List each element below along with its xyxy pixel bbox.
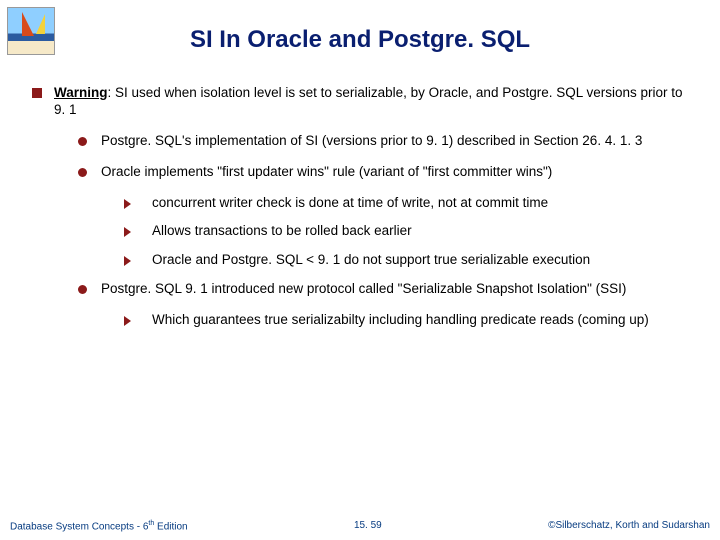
slide-footer: Database System Concepts - 6th Edition 1… [0, 520, 720, 534]
bullet-concurrent-writer: concurrent writer check is done at time … [124, 195, 696, 212]
disc-bullet-icon [78, 137, 87, 146]
triangle-bullet-icon [124, 227, 138, 237]
bullet-text: Postgre. SQL's implementation of SI (ver… [101, 133, 642, 150]
bullet-oracle-first-updater: Oracle implements "first updater wins" r… [78, 164, 696, 181]
triangle-bullet-icon [124, 256, 138, 266]
logo-sail-2 [36, 14, 45, 34]
bullet-warning: Warning: SI used when isolation level is… [32, 85, 696, 119]
bullet-ssi-guarantee: Which guarantees true serializabilty inc… [124, 312, 696, 329]
footer-left-a: Database System Concepts - 6 [10, 522, 148, 533]
slide-body: Warning: SI used when isolation level is… [0, 85, 720, 329]
bullet-no-true-serializable: Oracle and Postgre. SQL < 9. 1 do not su… [124, 252, 696, 269]
footer-left: Database System Concepts - 6th Edition [10, 520, 188, 534]
slide-title: SI In Oracle and Postgre. SQL [0, 0, 720, 85]
bullet-rollback-earlier: Allows transactions to be rolled back ea… [124, 223, 696, 240]
bullet-text: Oracle implements "first updater wins" r… [101, 164, 552, 181]
logo-sail-1 [22, 12, 34, 36]
warning-label: Warning [54, 85, 108, 100]
triangle-bullet-icon [124, 199, 138, 209]
bullet-postgres-impl: Postgre. SQL's implementation of SI (ver… [78, 133, 696, 150]
bullet-text: Oracle and Postgre. SQL < 9. 1 do not su… [152, 252, 590, 269]
bullet-ssi: Postgre. SQL 9. 1 introduced new protoco… [78, 281, 696, 298]
footer-right: ©Silberschatz, Korth and Sudarshan [548, 520, 710, 534]
logo-image [8, 8, 54, 54]
footer-center: 15. 59 [354, 520, 382, 534]
bullet-text: Allows transactions to be rolled back ea… [152, 223, 412, 240]
warning-text: : SI used when isolation level is set to… [54, 85, 683, 117]
disc-bullet-icon [78, 285, 87, 294]
bullet-text: Which guarantees true serializabilty inc… [152, 312, 649, 329]
triangle-bullet-icon [124, 316, 138, 326]
disc-bullet-icon [78, 168, 87, 177]
footer-left-c: Edition [154, 522, 187, 533]
bullet-text: concurrent writer check is done at time … [152, 195, 548, 212]
square-bullet-icon [32, 88, 42, 98]
bullet-text: Postgre. SQL 9. 1 introduced new protoco… [101, 281, 626, 298]
